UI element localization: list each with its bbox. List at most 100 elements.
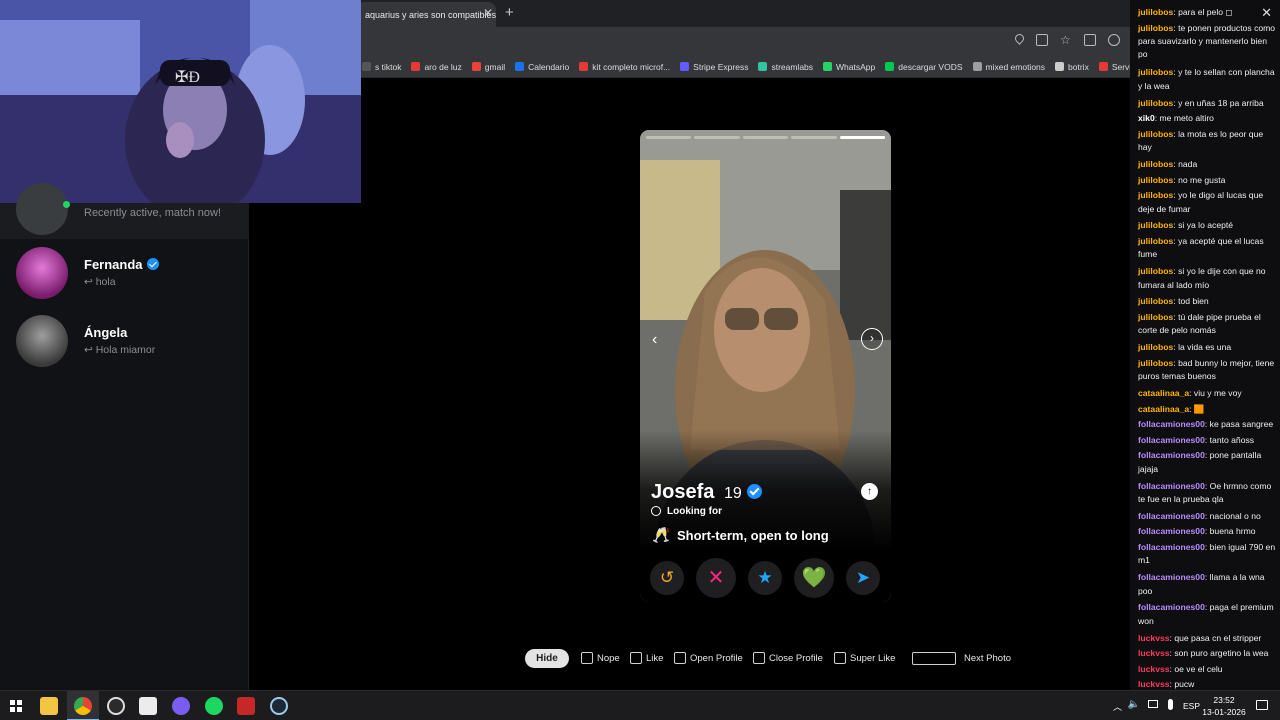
chat-username[interactable]: cataalinaa_a bbox=[1138, 388, 1189, 398]
boost-button[interactable]: ➤ bbox=[846, 561, 880, 595]
match-item-angela[interactable]: Ángela ↩ Hola miamor bbox=[0, 311, 249, 375]
webcam-feed-image: ✠Ð bbox=[0, 0, 361, 203]
obs-icon[interactable] bbox=[107, 697, 125, 715]
bookmark-item[interactable]: botrix bbox=[1055, 62, 1089, 72]
chat-username[interactable]: follacamiones00 bbox=[1138, 542, 1205, 552]
windows-start-icon[interactable] bbox=[10, 700, 22, 712]
discord-icon[interactable] bbox=[172, 697, 190, 715]
chat-username[interactable]: luckvss bbox=[1138, 679, 1170, 689]
chat-message: follacamiones00: tanto añoss bbox=[1138, 434, 1276, 447]
chat-text: ke pasa sangree bbox=[1209, 419, 1274, 430]
chat-message: julilobos: ya acepté que el lucas fume bbox=[1138, 235, 1276, 262]
location-icon[interactable] bbox=[1013, 32, 1026, 45]
clock-date[interactable]: 13-01-2026 bbox=[1202, 707, 1246, 717]
open-profile-icon[interactable]: ↑ bbox=[861, 483, 878, 500]
bookmark-item[interactable]: aro de luz bbox=[411, 61, 462, 72]
chat-username[interactable]: julilobos bbox=[1138, 23, 1173, 33]
chat-username[interactable]: julilobos bbox=[1138, 190, 1173, 200]
bookmark-label: Stripe Express bbox=[693, 61, 749, 72]
next-photo-icon[interactable]: › bbox=[861, 328, 883, 350]
profile-icon[interactable] bbox=[1108, 34, 1120, 46]
extensions-icon[interactable] bbox=[1084, 34, 1096, 46]
bookmark-item[interactable]: Stripe Express bbox=[680, 62, 748, 72]
recent-match-row[interactable]: Recently active, match now! bbox=[0, 183, 249, 239]
chat-username[interactable]: julilobos bbox=[1138, 236, 1173, 246]
steam-icon[interactable] bbox=[270, 697, 288, 715]
chat-username[interactable]: julilobos bbox=[1138, 312, 1173, 322]
microphone-icon[interactable] bbox=[1168, 699, 1173, 710]
profile-card[interactable]: ‹ › Josefa 19 ↑ Looking for 🥂 Short-term… bbox=[640, 130, 891, 602]
spotify-icon[interactable] bbox=[205, 697, 223, 715]
bookmark-label: aro de luz bbox=[424, 61, 462, 72]
chat-username[interactable]: julilobos bbox=[1138, 220, 1173, 230]
store-icon[interactable] bbox=[139, 697, 157, 715]
chat-username[interactable]: luckvss bbox=[1138, 648, 1170, 658]
match-name: Ángela bbox=[84, 325, 128, 340]
chat-message: julilobos: la mota es lo peor que hay bbox=[1138, 128, 1276, 155]
photo-progress-segment bbox=[646, 136, 692, 139]
online-dot bbox=[63, 201, 70, 208]
tab-close-icon[interactable]: ✕ bbox=[481, 6, 495, 20]
notifications-icon[interactable] bbox=[1256, 700, 1268, 710]
bookmark-item[interactable]: descargar VODS bbox=[885, 62, 963, 72]
avatar bbox=[16, 315, 68, 367]
chat-username[interactable]: julilobos bbox=[1138, 159, 1173, 169]
clock-time[interactable]: 23:52 bbox=[1202, 695, 1246, 705]
chat-message: julilobos: y en uñas 18 pa arriba bbox=[1138, 97, 1276, 110]
bookmark-star-icon[interactable]: ☆ bbox=[1060, 34, 1072, 46]
bookmark-item[interactable]: gmail bbox=[471, 62, 505, 72]
bookmark-favicon-icon bbox=[1098, 62, 1108, 71]
nope-button[interactable]: ✕ bbox=[696, 558, 736, 598]
bookmark-item[interactable]: WhatsApp bbox=[823, 62, 875, 72]
cast-icon[interactable] bbox=[1036, 34, 1048, 46]
rewind-button[interactable]: ↺ bbox=[650, 561, 684, 595]
chat-username[interactable]: julilobos bbox=[1138, 175, 1173, 185]
tray-chevron-icon[interactable]: ︿ bbox=[1113, 700, 1122, 713]
previous-photo-icon[interactable]: ‹ bbox=[652, 331, 657, 349]
chat-username[interactable]: luckvss bbox=[1138, 633, 1170, 643]
chat-username[interactable]: follacamiones00 bbox=[1138, 435, 1205, 445]
chat-username[interactable]: julilobos bbox=[1138, 266, 1173, 276]
chat-username[interactable]: julilobos bbox=[1138, 358, 1173, 368]
chat-username[interactable]: follacamiones00 bbox=[1138, 526, 1205, 536]
webcam-overlay: ✠Ð bbox=[0, 0, 361, 203]
chat-username[interactable]: julilobos bbox=[1138, 342, 1173, 352]
bookmark-item[interactable]: mixed emotions bbox=[972, 62, 1045, 72]
chat-message: follacamiones00: pone pantalla jajaja bbox=[1138, 449, 1276, 476]
chat-username[interactable]: julilobos bbox=[1138, 7, 1173, 17]
chat-username[interactable]: follacamiones00 bbox=[1138, 450, 1205, 460]
chat-username[interactable]: julilobos bbox=[1138, 296, 1173, 306]
chat-username[interactable]: follacamiones00 bbox=[1138, 511, 1205, 521]
bookmark-item[interactable]: s tiktok bbox=[362, 62, 401, 72]
bookmark-item[interactable]: Calendario bbox=[515, 62, 569, 72]
chat-username[interactable]: follacamiones00 bbox=[1138, 481, 1205, 491]
chat-username[interactable]: follacamiones00 bbox=[1138, 572, 1205, 582]
bookmark-item[interactable]: kit completo microf... bbox=[579, 62, 670, 72]
chat-username[interactable]: follacamiones00 bbox=[1138, 419, 1205, 429]
new-tab-button[interactable]: + bbox=[505, 4, 514, 21]
chat-text: no me gusta bbox=[1178, 174, 1226, 185]
chat-username[interactable]: julilobos bbox=[1138, 67, 1173, 77]
chat-username[interactable]: julilobos bbox=[1138, 129, 1173, 139]
network-icon[interactable] bbox=[1148, 700, 1158, 708]
super-like-button[interactable]: ★ bbox=[748, 561, 782, 595]
chat-username[interactable]: follacamiones00 bbox=[1138, 602, 1205, 612]
bookmark-item[interactable]: streamlabs bbox=[758, 62, 813, 72]
bookmark-item[interactable]: Servidor IR bbox=[1098, 62, 1130, 72]
chat-username[interactable]: luckvss bbox=[1138, 664, 1170, 674]
file-explorer-icon[interactable] bbox=[40, 697, 58, 715]
shortcut-like: Like bbox=[630, 652, 663, 664]
chat-username[interactable]: cataalinaa_a bbox=[1138, 404, 1189, 414]
chat-username[interactable]: xik0 bbox=[1138, 113, 1155, 123]
profile-name: Josefa bbox=[651, 481, 715, 503]
volume-icon[interactable]: 🔈 bbox=[1128, 699, 1140, 710]
browser-tab[interactable]: aquarius y aries son compatibles bbox=[356, 2, 496, 27]
streamer-app-icon[interactable] bbox=[237, 697, 255, 715]
hide-shortcuts-button[interactable]: Hide bbox=[525, 649, 569, 668]
match-item-fernanda[interactable]: Fernanda ↩ hola bbox=[0, 243, 249, 307]
chat-username[interactable]: julilobos bbox=[1138, 98, 1173, 108]
photo-progress-segment bbox=[791, 136, 837, 139]
language-indicator[interactable]: ESP bbox=[1183, 701, 1200, 711]
like-button[interactable]: 💚 bbox=[794, 558, 834, 598]
chrome-icon[interactable] bbox=[74, 697, 92, 715]
